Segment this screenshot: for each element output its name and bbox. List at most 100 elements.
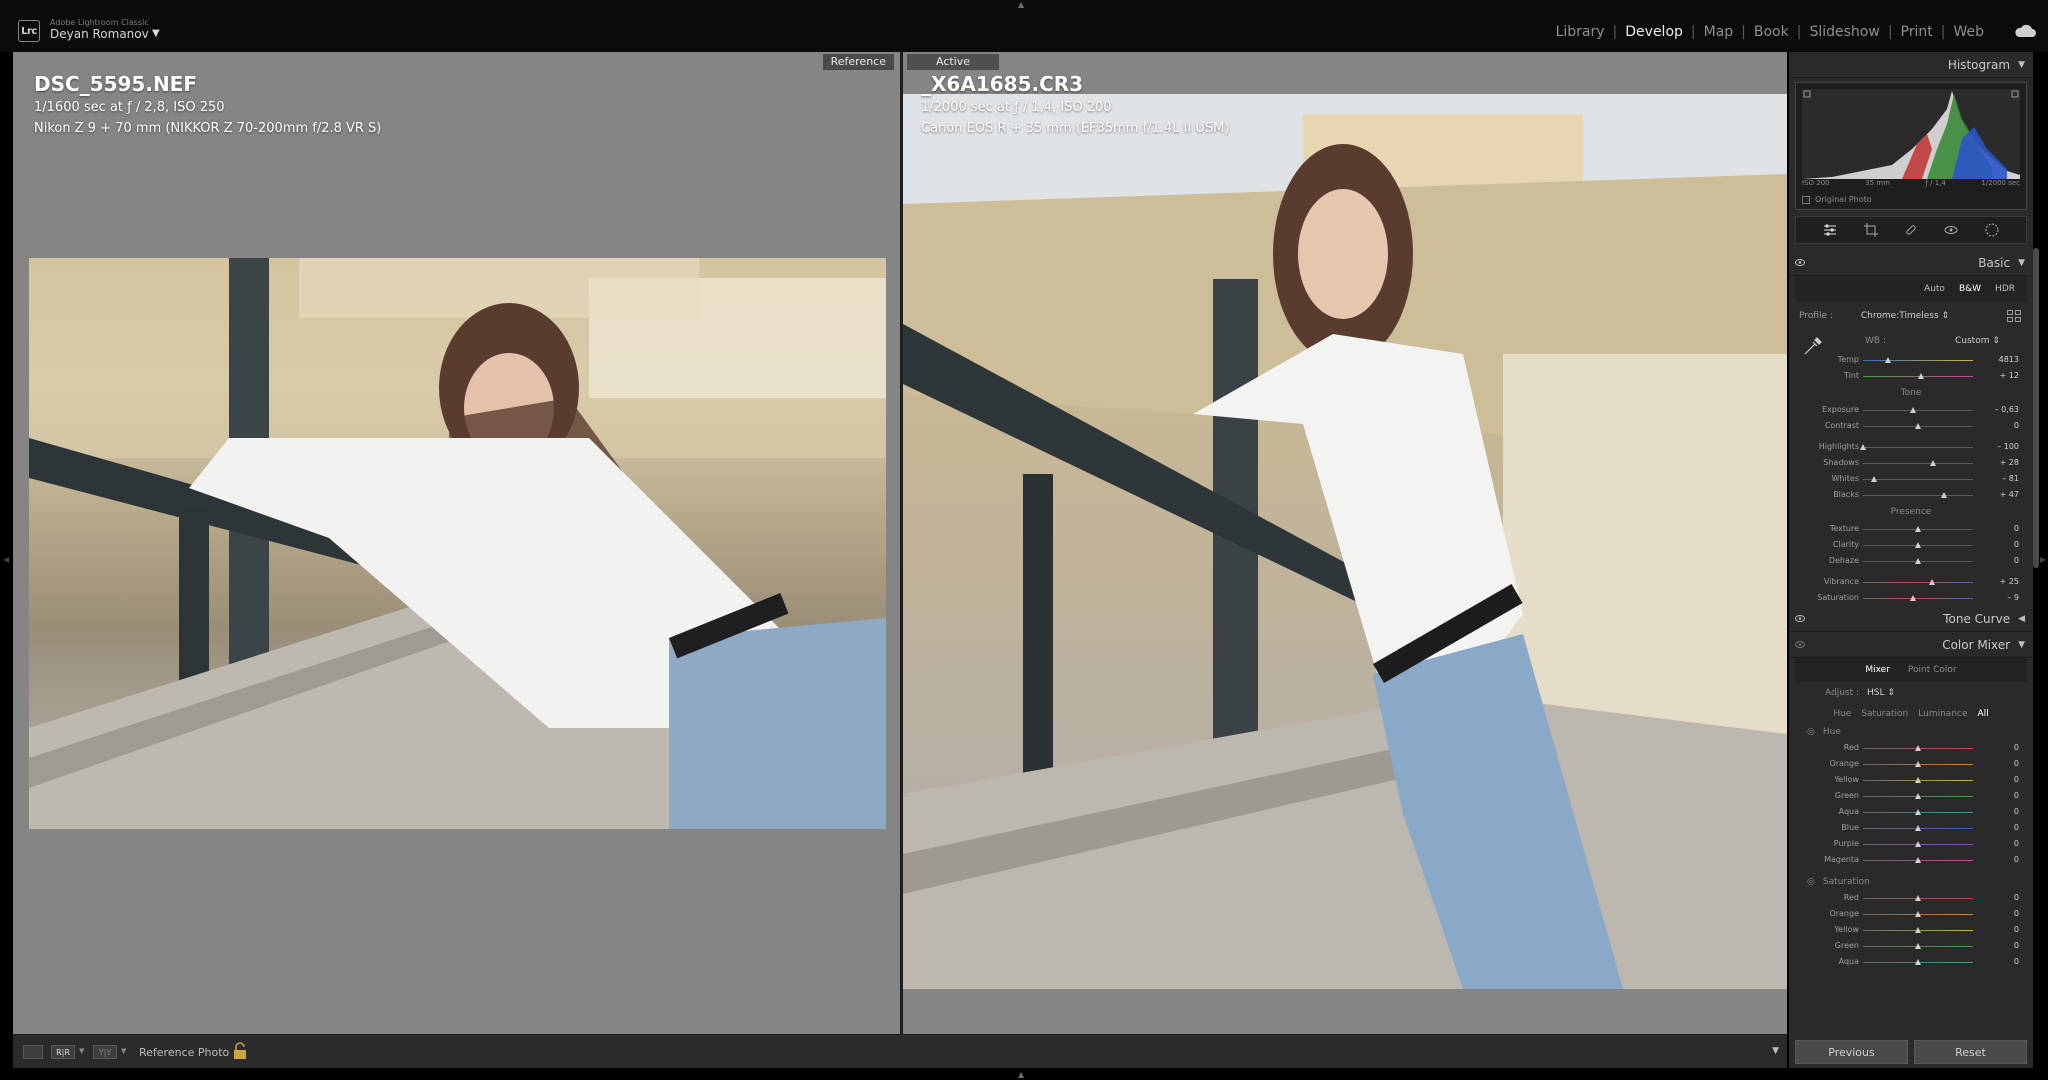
slider-knob[interactable] (1915, 943, 1921, 949)
slider-track[interactable] (1863, 360, 1973, 361)
slider-texture[interactable]: Texture 0 (1795, 521, 2027, 537)
grid-icon[interactable] (2007, 310, 2021, 322)
slider-knob[interactable] (1915, 745, 1921, 751)
slider-knob[interactable] (1915, 809, 1921, 815)
slider-green[interactable]: Green 0 (1795, 788, 2027, 804)
healing-icon[interactable] (1903, 222, 1919, 238)
right-panel-toggle-icon[interactable]: ▶ (2040, 555, 2046, 564)
module-web[interactable]: Web (1945, 24, 1992, 40)
slider-value[interactable]: 0 (2014, 421, 2019, 430)
collapse-icon[interactable]: ▼ (2018, 258, 2025, 268)
slider-value[interactable]: 4813 (1999, 355, 2019, 364)
slider-track[interactable] (1863, 598, 1973, 599)
slider-knob[interactable] (1918, 373, 1925, 379)
collapse-icon[interactable]: ▼ (2018, 640, 2025, 650)
slider-value[interactable]: 0 (2014, 957, 2019, 966)
red-eye-icon[interactable] (1943, 222, 1959, 238)
slider-magenta[interactable]: Magenta 0 (1795, 852, 2027, 868)
chevron-down-icon[interactable]: ▼ (152, 28, 160, 39)
checkbox[interactable] (1802, 195, 1810, 204)
slider-blacks[interactable]: Blacks + 47 (1795, 487, 2027, 503)
compare-view-button[interactable]: Y|Y (93, 1045, 117, 1059)
slider-contrast[interactable]: Contrast 0 (1795, 418, 2027, 434)
slider-yellow[interactable]: Yellow 0 (1795, 772, 2027, 788)
auto-button[interactable]: Auto (1924, 284, 1945, 294)
adjust-select[interactable]: HSL ⇕ (1867, 688, 1895, 698)
slider-knob[interactable] (1885, 357, 1892, 363)
lock-icon[interactable] (231, 1042, 249, 1060)
slider-knob[interactable] (1915, 841, 1921, 847)
slider-purple[interactable]: Purple 0 (1795, 836, 2027, 852)
slider-knob[interactable] (1915, 761, 1921, 767)
slider-knob[interactable] (1915, 423, 1921, 429)
slider-value[interactable]: 0 (2014, 941, 2019, 950)
slider-knob[interactable] (1915, 777, 1921, 783)
slider-whites[interactable]: Whites – 81 (1795, 471, 2027, 487)
slider-knob[interactable] (1915, 895, 1921, 901)
slider-knob[interactable] (1941, 492, 1948, 498)
slider-red[interactable]: Red 0 (1795, 740, 2027, 756)
slider-knob[interactable] (1915, 526, 1921, 532)
slider-value[interactable]: 0 (2014, 909, 2019, 918)
subtab-all[interactable]: All (1978, 709, 1989, 719)
slider-blue[interactable]: Blue 0 (1795, 820, 2027, 836)
slider-value[interactable]: + 28 (2000, 458, 2019, 467)
module-map[interactable]: Map (1696, 24, 1742, 40)
slider-clarity[interactable]: Clarity 0 (1795, 537, 2027, 553)
toolbar-menu-icon[interactable]: ▼ (1772, 1046, 1779, 1056)
collapse-bottom-icon[interactable]: ▲ (1018, 1070, 1024, 1079)
slider-value[interactable]: – 9 (2007, 593, 2019, 602)
slider-vibrance[interactable]: Vibrance + 25 (1795, 574, 2027, 590)
slider-saturation[interactable]: Saturation – 9 (1795, 590, 2027, 606)
panel-scrollbar[interactable] (2033, 248, 2039, 568)
slider-value[interactable]: – 81 (2002, 474, 2019, 483)
slider-orange[interactable]: Orange 0 (1795, 756, 2027, 772)
slider-value[interactable]: 0 (2014, 823, 2019, 832)
slider-value[interactable]: 0 (2014, 839, 2019, 848)
slider-knob[interactable] (1930, 460, 1937, 466)
slider-knob[interactable] (1909, 407, 1916, 413)
histogram[interactable]: ISO 200 35 mm ƒ / 1,4 1/2000 sec Origina… (1795, 82, 2027, 210)
tab-mixer[interactable]: Mixer (1865, 665, 1890, 675)
slider-value[interactable]: 0 (2014, 524, 2019, 533)
slider-value[interactable]: + 47 (2000, 490, 2019, 499)
slider-value[interactable]: 0 (2014, 791, 2019, 800)
module-library[interactable]: Library (1548, 24, 1613, 40)
slider-value[interactable]: 0 (2014, 759, 2019, 768)
slider-value[interactable]: 0 (2014, 893, 2019, 902)
hdr-button[interactable]: HDR (1995, 284, 2015, 294)
collapse-icon[interactable]: ▼ (2018, 60, 2025, 70)
target-icon[interactable]: ◎ (1807, 877, 1815, 887)
slider-track[interactable] (1863, 447, 1973, 448)
slider-track[interactable] (1863, 582, 1973, 583)
reference-pane[interactable]: Reference DSC_5595.NEF 1/1600 sec at ƒ /… (13, 52, 900, 1034)
module-develop[interactable]: Develop (1617, 24, 1691, 40)
slider-value[interactable]: 0 (2014, 775, 2019, 784)
slider-dehaze[interactable]: Dehaze 0 (1795, 553, 2027, 569)
eye-icon[interactable] (1795, 615, 1805, 622)
slider-knob[interactable] (1929, 579, 1936, 585)
slider-knob[interactable] (1871, 476, 1877, 482)
slider-aqua[interactable]: Aqua 0 (1795, 804, 2027, 820)
slider-green[interactable]: Green 0 (1795, 938, 2027, 954)
user-name[interactable]: Deyan Romanov (50, 27, 149, 41)
slider-knob[interactable] (1915, 542, 1921, 548)
slider-knob[interactable] (1915, 959, 1921, 965)
slider-exposure[interactable]: Exposure – 0,63 (1795, 402, 2027, 418)
tone-curve-header[interactable]: Tone Curve ◀ (1789, 606, 2033, 632)
slider-value[interactable]: + 12 (2000, 371, 2019, 380)
color-mixer-header[interactable]: Color Mixer ▼ (1789, 632, 2033, 658)
slider-value[interactable]: 0 (2014, 743, 2019, 752)
active-pane[interactable]: Active _X6A1685.CR3 1/2000 sec at ƒ / 1,… (903, 52, 1787, 1034)
subtab-saturation[interactable]: Saturation (1861, 709, 1908, 719)
histogram-header[interactable]: Histogram ▼ (1789, 52, 2033, 78)
slider-temp[interactable]: Temp 4813 (1795, 352, 2027, 368)
eye-icon[interactable] (1795, 259, 1805, 266)
eye-icon[interactable] (1795, 641, 1805, 648)
crop-icon[interactable] (1863, 222, 1879, 238)
chevron-down-icon[interactable]: ▼ (121, 1047, 126, 1055)
slider-knob[interactable] (1915, 558, 1921, 564)
slider-value[interactable]: 0 (2014, 855, 2019, 864)
tab-point-color[interactable]: Point Color (1908, 665, 1957, 675)
profile-select[interactable]: Chrome:Timeless ⇕ (1861, 311, 1949, 321)
